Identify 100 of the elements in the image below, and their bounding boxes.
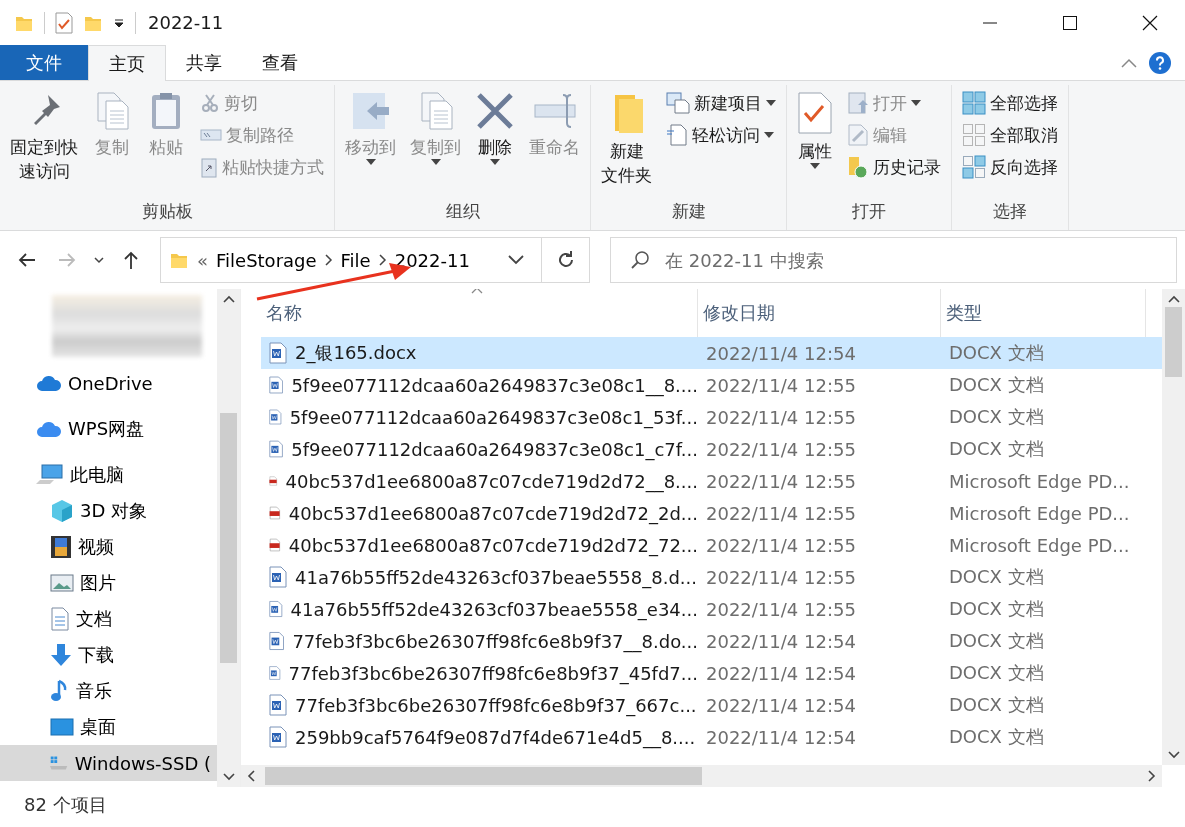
scrollbar[interactable] [217, 289, 240, 787]
document-icon [50, 607, 70, 631]
modified-date: 2022/11/4 12:55 [705, 502, 857, 524]
select-all-icon [962, 91, 986, 115]
ribbon-button[interactable]: 全部选择 [958, 89, 1062, 117]
help-icon[interactable] [1149, 51, 1171, 74]
desktop-icon [50, 717, 74, 737]
word-document-icon [269, 406, 282, 428]
file-row[interactable]: 41a76b55ff52de43263cf037beae5558_e34... 2022/11/4 12:55 DOCX 文档 [261, 593, 1162, 625]
ribbon-tab[interactable]: 共享 [166, 45, 242, 80]
ribbon-button[interactable]: 新建项目 [662, 89, 780, 117]
ribbon-group-label: 选择 [992, 200, 1028, 223]
file-type: DOCX 文档 [948, 725, 1045, 749]
modified-date: 2022/11/4 12:54 [705, 694, 857, 716]
file-type: DOCX 文档 [948, 693, 1045, 717]
file-name: 5f9ee077112dcaa60a2649837c3e08c1__8.... [291, 374, 698, 396]
file-row[interactable]: 77feb3f3bc6be26307ff98fc6e8b9f37__8.do... 2022/11/4 12:54 DOCX 文档 [261, 625, 1162, 657]
modified-date: 2022/11/4 12:55 [705, 406, 857, 428]
scrollbar-thumb[interactable] [1165, 307, 1182, 377]
ribbon-button[interactable]: 固定到快 速访问 [6, 89, 82, 185]
invert-selection-icon [962, 155, 986, 179]
ribbon-button[interactable]: 历史记录 [843, 153, 945, 181]
nav-item[interactable]: OneDrive [0, 365, 217, 401]
caret-icon[interactable] [113, 16, 125, 29]
word-document-icon [269, 726, 287, 748]
file-row[interactable]: 2_银165.docx 2022/11/4 12:54 DOCX 文档 [261, 337, 1162, 369]
search-field[interactable]: 在 2022-11 中搜索 [610, 237, 1177, 283]
nav-item[interactable]: 视频 [0, 529, 217, 565]
word-document-icon [269, 598, 283, 620]
file-row[interactable]: 41a76b55ff52de43263cf037beae5558_8.d... 2022/11/4 12:55 DOCX 文档 [261, 561, 1162, 593]
ribbon-tab[interactable]: 查看 [242, 45, 318, 80]
nav-item[interactable]: 此电脑 [0, 457, 217, 493]
scroll-down-icon[interactable] [222, 773, 235, 781]
ribbon-button[interactable]: 反向选择 [958, 153, 1062, 181]
scroll-left-icon[interactable] [247, 770, 255, 782]
file-type: DOCX 文档 [948, 437, 1045, 461]
file-row[interactable]: 259bb9caf5764f9e087d7f4de671e4d5__8.... 2022/11/4 12:54 DOCX 文档 [261, 721, 1162, 753]
file-row[interactable]: 40bc537d1ee6800a87c07cde719d2d72__8.... 2022/11/4 12:55 Microsoft Edge PD... [261, 465, 1162, 497]
scroll-right-icon[interactable] [1148, 770, 1156, 782]
ribbon-button[interactable]: 全部取消 [958, 121, 1062, 149]
breadcrumb-item[interactable]: FileStorage [216, 249, 317, 271]
open-icon [847, 91, 869, 115]
shortcut-icon [200, 156, 218, 178]
ribbon-group-label: 剪贴板 [140, 200, 194, 223]
nav-item[interactable]: 桌面 [0, 709, 217, 745]
file-row[interactable]: 40bc537d1ee6800a87c07cde719d2d72_2d... 2022/11/4 12:55 Microsoft Edge PD... [261, 497, 1162, 529]
modified-date: 2022/11/4 12:54 [705, 726, 857, 748]
ribbon-group-label: 组织 [444, 200, 481, 223]
file-row[interactable]: 5f9ee077112dcaa60a2649837c3e08c1_53f... 2022/11/4 12:55 DOCX 文档 [261, 401, 1162, 433]
nav-item[interactable]: 3D 对象 [0, 493, 217, 529]
file-row[interactable]: 40bc537d1ee6800a87c07cde719d2d72_72... 2022/11/4 12:55 Microsoft Edge PD... [261, 529, 1162, 561]
breadcrumb-item[interactable]: 2022-11 [394, 249, 470, 271]
chevron-up-icon[interactable] [1121, 57, 1137, 68]
file-row[interactable]: 5f9ee077112dcaa60a2649837c3e08c1__8.... 2022/11/4 12:55 DOCX 文档 [261, 369, 1162, 401]
close-icon[interactable] [1142, 14, 1158, 31]
edit-icon [847, 123, 869, 147]
file-row[interactable]: 5f9ee077112dcaa60a2649837c3e08c1_c7f... 2022/11/4 12:55 DOCX 文档 [261, 433, 1162, 465]
modified-date: 2022/11/4 12:55 [705, 534, 857, 556]
ribbon-button[interactable]: 轻松访问 [662, 121, 780, 149]
ribbon-button[interactable]: 新建 文件夹 [597, 89, 656, 189]
file-row[interactable]: 77feb3f3bc6be26307ff98fc6e8b9f37_45fd7... 2022/11/4 12:54 DOCX 文档 [261, 657, 1162, 689]
properties-icon[interactable] [55, 11, 73, 34]
file-name: 5f9ee077112dcaa60a2649837c3e08c1_c7f... [291, 438, 698, 460]
nav-item[interactable]: 图片 [0, 565, 217, 601]
scrollbar-thumb[interactable] [220, 413, 237, 663]
scroll-up-icon[interactable] [222, 295, 235, 303]
word-document-icon [269, 374, 284, 396]
horizontal-scrollbar[interactable] [241, 765, 1162, 787]
file-type: Microsoft Edge PD... [948, 534, 1131, 556]
scroll-down-icon[interactable] [1167, 751, 1180, 759]
ribbon-tab[interactable]: 主页 [88, 45, 166, 81]
item-count: 82 个项目 [24, 793, 107, 817]
nav-item[interactable]: 下载 [0, 637, 217, 673]
breadcrumb-item[interactable]: File [340, 249, 371, 271]
cloud-icon [36, 420, 62, 438]
file-row[interactable]: 77feb3f3bc6be26307ff98fc6e8b9f37_667c... 2022/11/4 12:54 DOCX 文档 [261, 689, 1162, 721]
search-icon [630, 250, 650, 270]
chevron-down-icon[interactable] [508, 255, 524, 265]
ribbon-button[interactable]: 属性 [793, 89, 837, 175]
scrollbar[interactable] [1162, 289, 1185, 765]
ribbon-group-label: 新建 [670, 200, 707, 223]
file-name: 77feb3f3bc6be26307ff98fc6e8b9f37__8.do... [292, 630, 698, 652]
select-none-icon [962, 123, 986, 147]
breadcrumb-overflow[interactable]: « [197, 249, 208, 271]
file-menu-tab[interactable]: 文件 [0, 45, 88, 80]
scroll-up-icon[interactable] [1167, 295, 1180, 303]
nav-item[interactable]: 音乐 [0, 673, 217, 709]
maximize-icon[interactable] [1062, 14, 1078, 31]
nav-item[interactable]: 文档 [0, 601, 217, 637]
chevron-down-icon[interactable] [94, 256, 104, 264]
ribbon-button[interactable]: 删除 [471, 89, 519, 171]
file-type: DOCX 文档 [948, 341, 1045, 365]
history-icon [847, 155, 869, 179]
file-name: 2_银165.docx [295, 341, 417, 365]
nav-item[interactable]: Windows-SSD ( [0, 745, 217, 781]
properties-icon [797, 91, 833, 135]
nav-item[interactable]: WPS网盘 [0, 411, 217, 447]
word-document-icon [269, 630, 285, 652]
file-name: 40bc537d1ee6800a87c07cde719d2d72_2d... [288, 502, 698, 524]
scrollbar-thumb[interactable] [265, 767, 702, 785]
